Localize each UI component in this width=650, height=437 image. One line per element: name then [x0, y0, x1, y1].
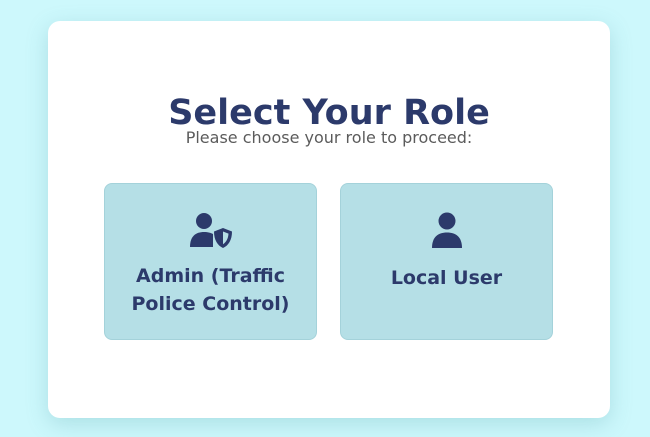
admin-role-label: Admin (Traffic Police Control)	[131, 265, 290, 315]
admin-role-button[interactable]: Admin (Traffic Police Control)	[104, 183, 317, 340]
user-shield-icon	[188, 212, 234, 250]
local-user-role-button[interactable]: Local User	[340, 183, 553, 340]
page-subtitle: Please choose your role to proceed:	[185, 128, 473, 147]
role-selection-card: Select Your Role Please choose your role…	[48, 21, 610, 418]
user-icon	[424, 212, 470, 250]
local-user-role-label: Local User	[390, 267, 503, 289]
